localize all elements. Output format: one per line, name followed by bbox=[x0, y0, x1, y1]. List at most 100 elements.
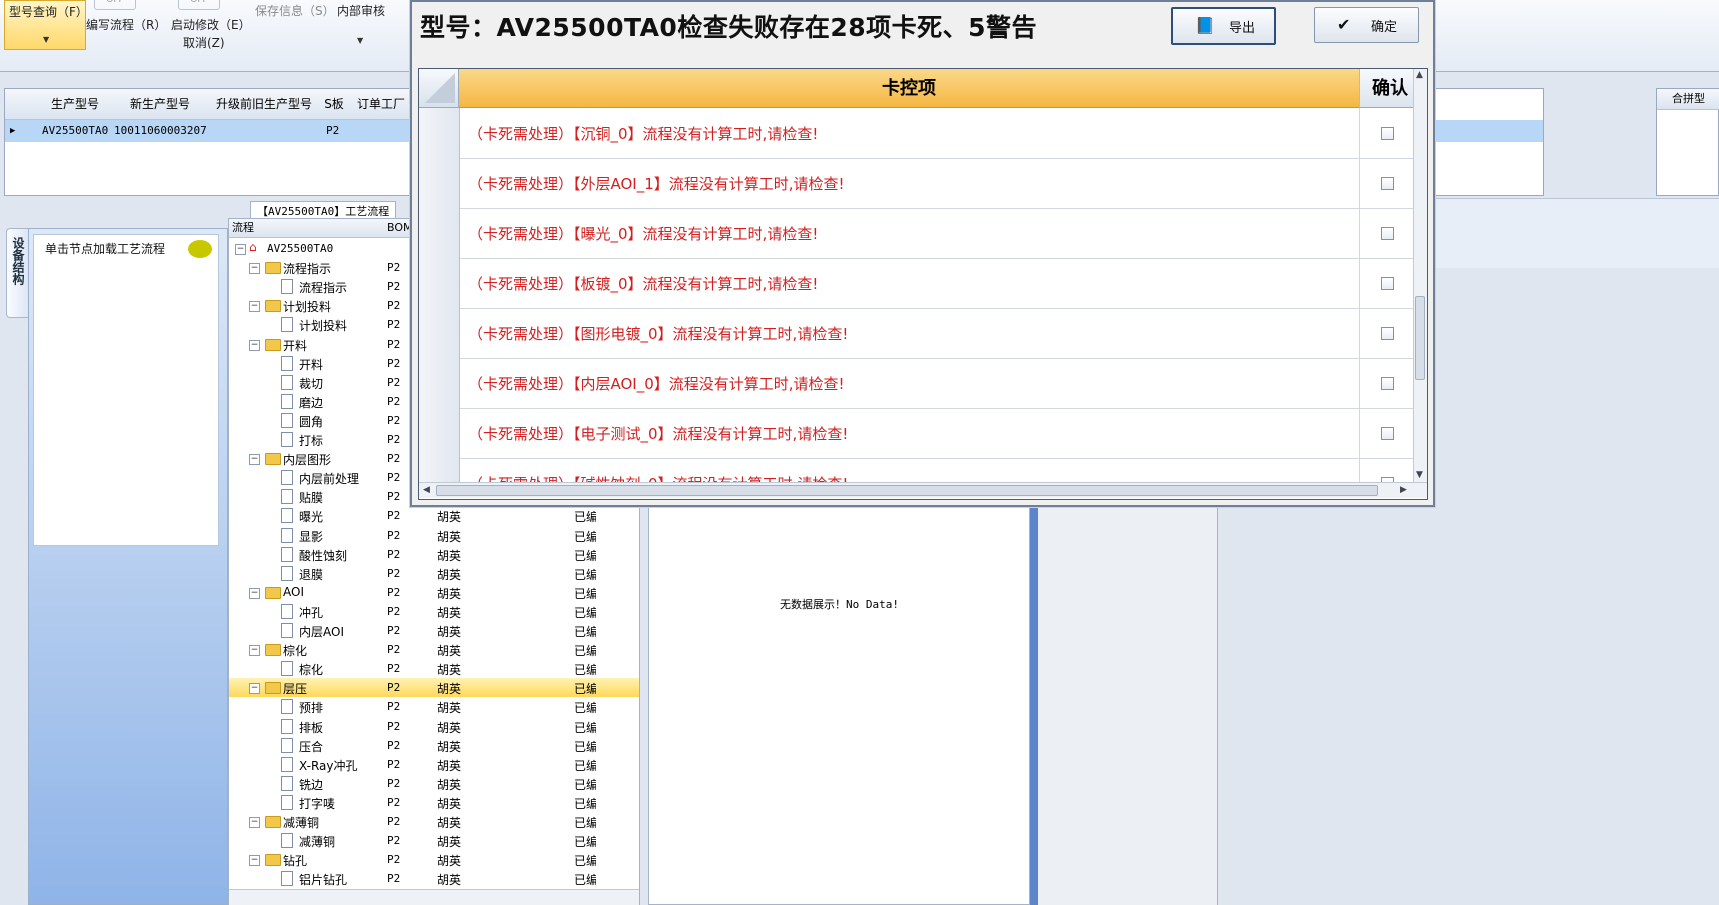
table-cell[interactable]: P2 bbox=[323, 120, 339, 142]
check-item-row[interactable]: （卡死需处理）【沉铜_0】流程没有计算工时,请检查! bbox=[419, 108, 1413, 159]
chat-bubble-icon bbox=[188, 240, 212, 258]
tree-node[interactable]: − 减薄铜 P2 胡英 已编E bbox=[229, 812, 639, 831]
bom-value: P2 bbox=[387, 872, 401, 886]
save-info-button[interactable]: 保存信息（S） bbox=[255, 2, 335, 19]
collapse-icon[interactable]: − bbox=[235, 244, 246, 255]
horizontal-scroll-thumb[interactable] bbox=[436, 485, 1378, 496]
confirm-checkbox[interactable] bbox=[1381, 127, 1394, 140]
grid-select-all-corner[interactable] bbox=[419, 69, 459, 108]
collapse-icon[interactable]: − bbox=[249, 683, 260, 695]
check-item-row[interactable]: （卡死需处理）【图形电镀_0】流程没有计算工时,请检查! bbox=[419, 308, 1413, 359]
scroll-down-icon[interactable]: ▼ bbox=[1416, 470, 1423, 480]
tree-node[interactable]: 铝片钻孔 P2 胡英 已编E bbox=[229, 869, 639, 888]
tree-node-label: 计划投料 bbox=[283, 300, 332, 315]
tree-node[interactable]: 棕化 P2 胡英 已编E bbox=[229, 659, 639, 678]
check-item-row[interactable]: （卡死需处理）【板镀_0】流程没有计算工时,请检查! bbox=[419, 258, 1413, 309]
tree-node-label: 铝片钻孔 bbox=[299, 873, 348, 888]
scroll-left-icon[interactable]: ◀ bbox=[423, 485, 430, 495]
tree-node[interactable]: 冲孔 P2 胡英 已编E bbox=[229, 602, 639, 621]
toggle-switch[interactable]: OFF bbox=[94, 0, 136, 10]
confirm-button[interactable]: ✔ 确定 bbox=[1314, 7, 1419, 43]
tree-node[interactable]: 排板 P2 胡英 已编E bbox=[229, 717, 639, 736]
check-item-row[interactable]: （卡死需处理）【内层AOI_0】流程没有计算工时,请检查! bbox=[419, 358, 1413, 409]
side-tab-equipment[interactable]: 设备结构 bbox=[6, 228, 28, 318]
check-item-row[interactable]: （卡死需处理）【曝光_0】流程没有计算工时,请检查! bbox=[419, 208, 1413, 259]
chevron-down-icon: ▼ bbox=[43, 35, 50, 44]
collapse-icon[interactable]: − bbox=[249, 454, 260, 466]
person-value: 胡英 bbox=[437, 835, 462, 850]
tree-node[interactable]: 压合 P2 胡英 已编E bbox=[229, 736, 639, 755]
confirm-checkbox[interactable] bbox=[1381, 377, 1394, 390]
column-header[interactable]: 生产型号 bbox=[39, 89, 112, 120]
detail-panel bbox=[648, 496, 1030, 905]
confirm-checkbox[interactable] bbox=[1381, 177, 1394, 190]
model-query-button[interactable]: 型号查询（F） ▼ bbox=[4, 0, 88, 50]
tree-node[interactable]: 退膜 P2 胡英 已编E bbox=[229, 564, 639, 583]
cancel-button[interactable]: 取消(Z) bbox=[183, 34, 225, 51]
row-header[interactable] bbox=[419, 358, 460, 408]
tree-node[interactable]: 曝光 P2 胡英 已编E bbox=[229, 506, 639, 525]
confirm-checkbox[interactable] bbox=[1381, 427, 1394, 440]
tree-node-label: 预排 bbox=[299, 701, 324, 716]
tree-node[interactable]: − 层压 P2 胡英 已编E bbox=[229, 678, 639, 698]
horizontal-scrollbar[interactable] bbox=[229, 889, 639, 905]
tree-node[interactable]: − 棕化 P2 胡英 已编E bbox=[229, 640, 639, 659]
row-header[interactable] bbox=[419, 258, 460, 308]
splitter[interactable] bbox=[1030, 496, 1038, 905]
tree-node[interactable]: 打字唛 P2 胡英 已编E bbox=[229, 793, 639, 812]
collapse-icon[interactable]: − bbox=[249, 339, 260, 351]
collapse-icon[interactable]: − bbox=[249, 645, 260, 657]
collapse-icon[interactable]: − bbox=[249, 855, 260, 867]
person-value: 胡英 bbox=[437, 720, 462, 735]
tree-node[interactable]: − AOI P2 胡英 已编E bbox=[229, 583, 639, 602]
check-item-row[interactable]: （卡死需处理）【碱性蚀刻_0】流程没有计算工时,请检查! bbox=[419, 458, 1413, 483]
row-header[interactable] bbox=[419, 458, 460, 482]
check-item-row[interactable]: （卡死需处理）【电子测试_0】流程没有计算工时,请检查! bbox=[419, 408, 1413, 459]
tree-node[interactable]: X-Ray冲孔 P2 胡英 已编E bbox=[229, 755, 639, 774]
tree-node[interactable]: − 钻孔 P2 胡英 已编E bbox=[229, 850, 639, 869]
column-header[interactable]: 合拼型 bbox=[1657, 89, 1719, 110]
collapse-icon[interactable]: − bbox=[249, 817, 260, 828]
internal-review-button[interactable]: 内部审核 bbox=[337, 2, 385, 19]
scroll-right-icon[interactable]: ▶ bbox=[1400, 485, 1407, 495]
scroll-up-icon[interactable]: ▲ bbox=[1416, 70, 1423, 80]
export-button[interactable]: 📘 导出 bbox=[1171, 7, 1276, 45]
write-flow-button[interactable]: 编写流程（R） bbox=[86, 16, 166, 33]
column-header[interactable]: 升级前旧生产型号 bbox=[209, 89, 320, 120]
collapse-icon[interactable]: − bbox=[249, 587, 260, 599]
tree-node[interactable]: 铣边 P2 胡英 已编E bbox=[229, 774, 639, 793]
merge-grid: 合拼型 bbox=[1656, 88, 1719, 196]
confirm-checkbox[interactable] bbox=[1381, 277, 1394, 290]
tree-node[interactable]: 预排 P2 胡英 已编E bbox=[229, 697, 639, 716]
tree-node[interactable]: 显影 P2 胡英 已编E bbox=[229, 526, 639, 545]
toggle-switch-2[interactable]: OFF bbox=[178, 0, 220, 10]
check-item-message: （卡死需处理）【电子测试_0】流程没有计算工时,请检查! bbox=[468, 425, 849, 443]
row-header[interactable] bbox=[419, 158, 460, 208]
start-edit-button[interactable]: 启动修改（E） bbox=[171, 16, 251, 33]
confirm-checkbox[interactable] bbox=[1381, 327, 1394, 340]
check-item-row[interactable]: （卡死需处理）【外层AOI_1】流程没有计算工时,请检查! bbox=[419, 158, 1413, 209]
table-cell[interactable]: AV25500TA0 bbox=[39, 120, 108, 142]
row-header[interactable] bbox=[419, 108, 460, 158]
column-header-item[interactable]: 卡控项 bbox=[459, 69, 1359, 108]
vertical-scrollbar[interactable] bbox=[1413, 69, 1427, 482]
column-header[interactable]: S板 bbox=[319, 89, 350, 120]
row-header[interactable] bbox=[419, 308, 460, 358]
column-header-confirm[interactable]: 确认 bbox=[1359, 69, 1413, 108]
tree-node[interactable]: 内层AOI P2 胡英 已编E bbox=[229, 621, 639, 640]
column-header[interactable]: 订单工厂 bbox=[349, 89, 414, 120]
table-cell[interactable]: 10011060003207 bbox=[111, 120, 207, 142]
check-item-message: （卡死需处理）【曝光_0】流程没有计算工时,请检查! bbox=[468, 225, 819, 243]
row-header[interactable] bbox=[419, 208, 460, 258]
page-icon bbox=[281, 508, 293, 524]
row-header[interactable] bbox=[419, 408, 460, 458]
vertical-scroll-thumb[interactable] bbox=[1415, 296, 1425, 380]
column-header[interactable]: 新生产型号 bbox=[111, 89, 210, 120]
collapse-icon[interactable]: − bbox=[249, 301, 260, 313]
confirm-checkbox[interactable] bbox=[1381, 227, 1394, 240]
tree-node[interactable]: 酸性蚀刻 P2 胡英 已编E bbox=[229, 545, 639, 564]
tree-node[interactable]: 减薄铜 P2 胡英 已编E bbox=[229, 831, 639, 850]
collapse-icon[interactable]: − bbox=[249, 263, 260, 275]
column-header[interactable]: 流程 bbox=[229, 219, 387, 238]
status-value: 已编E bbox=[574, 796, 596, 811]
